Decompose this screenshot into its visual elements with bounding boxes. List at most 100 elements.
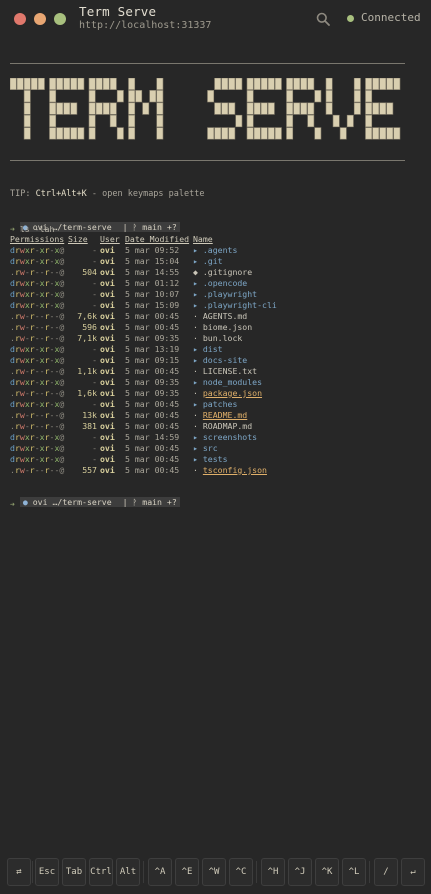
row-user: ovi [100,366,115,376]
row-size: - [92,289,97,299]
listing-row: drwxr-xr-x@ - ovi 5 mar 01:12 ▸ .opencode [10,278,293,289]
swap-keys-icon[interactable]: ⇄ [7,858,31,886]
tip-shortcut: Ctrl+Alt+K [35,189,87,199]
row-name: ▸ patches [193,399,293,410]
file-icon: · [193,366,198,376]
row-permissions: drwxr-xr-x@ [10,300,65,310]
row-date: 5 mar 01:12 [125,278,180,288]
row-filename: src [202,443,218,453]
row-permissions: drwxr-xr-x@ [10,256,65,266]
row-date: 5 mar 13:19 [125,344,180,354]
row-date: 5 mar 00:45 [125,366,180,376]
minimize-window-button[interactable] [34,13,46,25]
esc-key[interactable]: Esc [35,858,59,886]
alt-key[interactable]: Alt [116,858,140,886]
row-date: 5 mar 00:45 [125,421,180,431]
folder-icon: ▸ [193,443,198,453]
row-size: - [92,256,97,266]
row-date: 5 mar 00:45 [125,465,180,475]
ctrl-e-key[interactable]: ^E [175,858,199,886]
listing-row: drwxr-xr-x@ - ovi 5 mar 15:04 ▸ .git [10,256,293,267]
folder-icon: ▸ [193,399,198,409]
listing-row: .rw-r--r--@ 504 ovi 5 mar 14:55 ◆ .gitignore [10,267,293,278]
row-size: - [92,278,97,288]
maximize-window-button[interactable] [54,13,66,25]
ctrl-c-key[interactable]: ^C [229,858,253,886]
row-permissions: drwxr-xr-x@ [10,443,65,453]
ctrl-k-key[interactable]: ^K [315,858,339,886]
row-size: 504 [82,267,97,277]
row-size: 557 [82,465,97,475]
row-user: ovi [100,344,115,354]
row-size: - [92,443,97,453]
ctrl-l-key[interactable]: ^L [342,858,366,886]
prompt-git-status: +? [166,497,177,507]
enter-key[interactable]: ↵ [401,858,425,886]
key-group-divider [143,861,144,883]
ctrl-h-key[interactable]: ^H [261,858,285,886]
listing-row: .rw-r--r--@ 596 ovi 5 mar 00:45 · biome.json [10,322,293,333]
tip-suffix: - open keymaps palette [86,189,205,199]
row-filename: screenshots [202,432,258,442]
row-date: 5 mar 00:45 [125,322,180,332]
row-date: 5 mar 00:45 [125,443,180,453]
row-date: 5 mar 00:45 [125,410,180,420]
row-user: ovi [100,278,115,288]
row-size: - [92,432,97,442]
row-user: ovi [100,454,115,464]
close-window-button[interactable] [14,13,26,25]
file-icon: · [193,322,198,332]
row-name: ▸ .playwright [193,289,293,300]
input-cursor[interactable]: ➜ [10,500,15,509]
folder-icon: ▸ [193,355,198,365]
row-filename: .playwright [202,289,258,299]
listing-row: .rw-r--r--@ 1,6k ovi 5 mar 09:35 · package.j… [10,388,293,399]
row-size: - [92,344,97,354]
row-user: ovi [100,465,115,475]
row-name: ◆ .gitignore [193,267,293,278]
search-icon[interactable] [316,12,330,26]
app-title: Term Serve [79,4,157,19]
folder-icon: ▸ [193,432,198,442]
prompt-branch: | ᚹ main [122,497,162,507]
listing-row: .rw-r--r--@ 557 ovi 5 mar 00:45 · tsconfig.j… [10,465,293,476]
row-filename: ROADMAP.md [202,421,253,431]
row-size: - [92,300,97,310]
tab-key[interactable]: Tab [62,858,86,886]
ctrl-key[interactable]: Ctrl [89,858,113,886]
ctrl-j-key[interactable]: ^J [288,858,312,886]
prompt-arrow-icon: ➜ [10,224,15,234]
row-name: ▸ .playwright-cli [193,300,293,311]
row-user: ovi [100,311,115,321]
row-filename: .agents [202,245,238,255]
tip-prefix: TIP: [10,189,36,199]
shell-prompt: ● ovi …/term-serve | ᚹ main +? [10,212,180,232]
row-permissions: drwxr-xr-x@ [10,454,65,464]
connection-status: Connected [361,11,421,24]
slash-key[interactable]: / [374,858,398,886]
prompt-user: ovi [32,497,48,507]
row-name: ▸ screenshots [193,432,293,443]
row-size: 7,1k [77,333,97,343]
row-user: ovi [100,289,115,299]
row-name: · tsconfig.json [193,465,293,476]
listing-row: drwxr-xr-x@ - ovi 5 mar 10:07 ▸ .playwright [10,289,293,300]
row-permissions: drwxr-xr-x@ [10,355,65,365]
listing-row: drwxr-xr-x@ - ovi 5 mar 00:45 ▸ tests [10,454,293,465]
ctrl-w-key[interactable]: ^W [202,858,226,886]
row-date: 5 mar 09:52 [125,245,180,255]
ctrl-a-key[interactable]: ^A [148,858,172,886]
folder-icon: ▸ [193,289,198,299]
file-icon: · [193,333,198,343]
row-user: ovi [100,267,115,277]
folder-icon: ▸ [193,245,198,255]
tip-line: TIP: Ctrl+Alt+K - open keymaps palette [10,189,204,199]
row-user: ovi [100,245,115,255]
row-filename: .git [202,256,223,266]
row-date: 5 mar 09:35 [125,377,180,387]
server-url: http://localhost:31337 [79,20,212,31]
listing-row: drwxr-xr-x@ - ovi 5 mar 15:09 ▸ .playwright-… [10,300,293,311]
row-name: ▸ .opencode [193,278,293,289]
file-icon: · [193,421,198,431]
row-permissions: .rw-r--r--@ [10,410,65,420]
